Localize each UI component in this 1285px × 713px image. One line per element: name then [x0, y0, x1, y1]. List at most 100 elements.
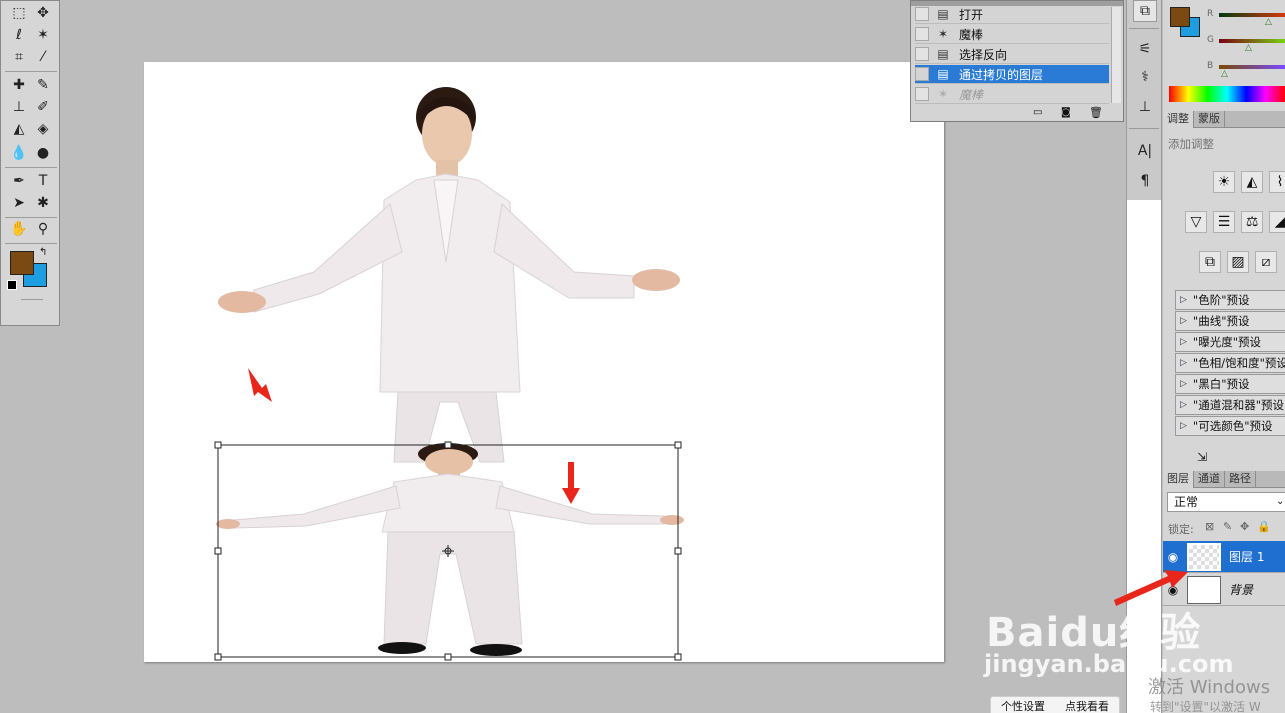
- history-item-active[interactable]: ▤ 通过拷贝的图层: [915, 65, 1109, 84]
- history-item[interactable]: ▤ 选择反向: [915, 45, 1109, 64]
- crop-icon[interactable]: ⌗: [9, 47, 29, 67]
- default-colors-icon[interactable]: [7, 280, 17, 290]
- character-panel-icon[interactable]: A|: [1133, 140, 1157, 162]
- swap-colors-icon[interactable]: ↰: [39, 247, 47, 258]
- chevron-down-icon: ⌄: [1276, 496, 1285, 507]
- clone-source-icon[interactable]: ⊥: [1133, 96, 1157, 118]
- preset-curves[interactable]: ▷ "曲线"预设: [1175, 311, 1285, 331]
- tool-presets-icon[interactable]: ⚕: [1133, 66, 1157, 88]
- red-slider[interactable]: [1219, 13, 1285, 17]
- document-icon: ▤: [937, 7, 949, 21]
- layer-name: 图层 1: [1229, 550, 1265, 564]
- preset-black-white[interactable]: ▷ "黑白"预设: [1175, 374, 1285, 394]
- levels-icon[interactable]: ◭: [1241, 171, 1263, 193]
- preset-levels[interactable]: ▷ "色阶"预设: [1175, 290, 1285, 310]
- canvas-artwork: [214, 87, 684, 661]
- pen-icon[interactable]: ✒: [9, 171, 29, 191]
- activate-windows-watermark: 激活 Windows: [1148, 677, 1271, 698]
- preset-channel-mixer[interactable]: ▷ "通道混和器"预设: [1175, 395, 1285, 415]
- history-item[interactable]: ▤ 打开: [915, 5, 1109, 24]
- preset-hue-saturation[interactable]: ▷ "色相/饱和度"预设: [1175, 353, 1285, 373]
- notification-pill[interactable]: 个性设置 点我看看: [990, 696, 1120, 713]
- adjustments-tabbar: 调整 蒙版: [1163, 111, 1285, 128]
- preset-selective-color[interactable]: ▷ "可选颜色"预设: [1175, 416, 1285, 436]
- blue-slider[interactable]: [1219, 65, 1285, 69]
- slider-thumb-icon[interactable]: △: [1221, 69, 1228, 79]
- hue-saturation-icon[interactable]: ☰: [1213, 211, 1235, 233]
- slider-thumb-icon[interactable]: △: [1245, 43, 1252, 53]
- invert-icon[interactable]: ⧉: [1199, 251, 1221, 273]
- slider-thumb-icon[interactable]: △: [1265, 17, 1272, 27]
- personalize-link[interactable]: 个性设置: [1001, 698, 1045, 713]
- dodge-icon[interactable]: ●: [33, 143, 53, 163]
- channel-label-r: R: [1207, 9, 1214, 19]
- tab-paths[interactable]: 路径: [1225, 471, 1256, 488]
- layer-name: 背景: [1229, 583, 1254, 597]
- selective-color-icon[interactable]: ⧄: [1255, 251, 1277, 273]
- history-item[interactable]: ✶ 魔棒: [915, 25, 1109, 44]
- snapshot-checkbox[interactable]: [915, 7, 929, 21]
- snapshot-checkbox[interactable]: [915, 47, 929, 61]
- paint-bucket-icon[interactable]: ◈: [33, 119, 53, 139]
- lock-transparency-icon[interactable]: ⊠: [1205, 520, 1214, 533]
- history-scrollbar[interactable]: [1111, 7, 1121, 103]
- clip-to-layer-icon[interactable]: ⇲: [1197, 450, 1207, 464]
- magic-wand-icon: ✶: [937, 27, 949, 41]
- check-link[interactable]: 点我看看: [1065, 698, 1109, 713]
- color-spectrum[interactable]: [1169, 86, 1285, 102]
- brushes-panel-icon[interactable]: ⚟: [1133, 38, 1157, 60]
- history-item[interactable]: ✶ 魔棒: [915, 85, 1109, 104]
- move-icon[interactable]: ✥: [33, 3, 53, 23]
- magic-wand-icon[interactable]: ✶: [33, 25, 53, 45]
- tab-layers[interactable]: 图层: [1163, 471, 1194, 488]
- history-panel-icon[interactable]: ⧉: [1133, 0, 1157, 22]
- hand-icon[interactable]: ✋: [9, 219, 29, 239]
- marquee-icon[interactable]: ⬚: [9, 3, 29, 23]
- type-icon[interactable]: T: [33, 171, 53, 191]
- snapshot-checkbox[interactable]: [915, 67, 929, 81]
- color-balance-icon[interactable]: ⚖: [1241, 211, 1263, 233]
- paragraph-panel-icon[interactable]: ¶: [1133, 170, 1157, 192]
- preset-exposure[interactable]: ▷ "曝光度"预设: [1175, 332, 1285, 352]
- blend-mode-select[interactable]: 正常 ⌄: [1167, 492, 1285, 512]
- lock-position-icon[interactable]: ✥: [1240, 520, 1249, 533]
- activate-windows-sub: 转到"设置"以激活 W: [1150, 700, 1261, 713]
- history-brush-icon[interactable]: ✐: [33, 97, 53, 117]
- tab-masks[interactable]: 蒙版: [1194, 111, 1225, 128]
- trash-icon[interactable]: 🗑: [1089, 106, 1103, 119]
- brightness-icon[interactable]: ☀: [1213, 171, 1235, 193]
- lock-pixels-icon[interactable]: ✎: [1223, 520, 1232, 533]
- history-panel: ▤ 打开 ✶ 魔棒 ▤ 选择反向 ▤ 通过拷贝的图层 ✶ 魔棒 ▭ ◙ 🗑: [910, 0, 1124, 122]
- new-snapshot-icon[interactable]: ◙: [1061, 107, 1071, 118]
- shape-icon[interactable]: ✱: [33, 193, 53, 213]
- gradient-map-icon[interactable]: ▨: [1227, 251, 1249, 273]
- magic-wand-icon: ✶: [937, 87, 949, 101]
- lasso-icon[interactable]: ℓ: [9, 25, 29, 45]
- clone-stamp-icon[interactable]: ⊥: [9, 97, 29, 117]
- black-white-icon[interactable]: ◢: [1269, 211, 1285, 233]
- snapshot-checkbox[interactable]: [915, 87, 929, 101]
- layer-thumbnail: [1187, 542, 1221, 571]
- eraser-icon[interactable]: ◭: [9, 119, 29, 139]
- document-canvas[interactable]: [144, 62, 944, 662]
- document-icon: ▤: [935, 66, 951, 82]
- person-figure-original: [218, 87, 680, 463]
- vibrance-icon[interactable]: ▽: [1185, 211, 1207, 233]
- eyedropper-icon[interactable]: ⁄: [33, 47, 53, 67]
- tab-channels[interactable]: 通道: [1194, 471, 1225, 488]
- green-slider[interactable]: [1219, 39, 1285, 43]
- lock-all-icon[interactable]: 🔒: [1257, 520, 1271, 533]
- new-document-from-state-icon[interactable]: ▭: [1033, 107, 1042, 118]
- brush-icon[interactable]: ✎: [33, 75, 53, 95]
- adjustments-subtitle: 添加调整: [1168, 137, 1214, 151]
- tab-adjustments[interactable]: 调整: [1163, 111, 1194, 128]
- curves-icon[interactable]: ⌇: [1269, 171, 1285, 193]
- foreground-color-swatch[interactable]: [10, 251, 34, 275]
- tools-panel: ⬚ ✥ ℓ ✶ ⌗ ⁄ ✚ ✎ ⊥ ✐ ◭ ◈ 💧 ● ✒ T ➤ ✱ ✋ ⚲ …: [0, 0, 60, 326]
- zoom-icon[interactable]: ⚲: [33, 219, 53, 239]
- healing-brush-icon[interactable]: ✚: [9, 75, 29, 95]
- snapshot-checkbox[interactable]: [915, 27, 929, 41]
- path-selection-icon[interactable]: ➤: [9, 193, 29, 213]
- blur-icon[interactable]: 💧: [9, 143, 29, 163]
- foreground-color-swatch[interactable]: [1170, 7, 1190, 27]
